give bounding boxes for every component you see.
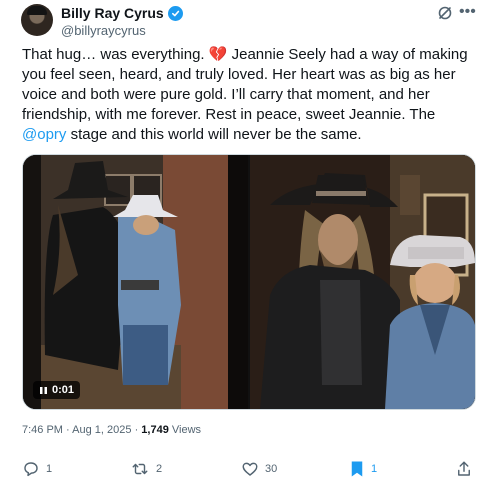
action-bar: 1 2 30 1: [22, 460, 477, 482]
views-count: 1,749: [141, 424, 169, 436]
author-name[interactable]: Billy Ray Cyrus: [61, 5, 164, 21]
video-player[interactable]: 0:01: [23, 155, 248, 409]
repost-button[interactable]: 2: [130, 460, 162, 478]
tweet-text-end: stage and this world will never be the s…: [66, 126, 362, 143]
bookmark-button[interactable]: 1: [349, 460, 377, 478]
pause-icon: [40, 386, 47, 394]
verified-badge-icon: [167, 5, 183, 21]
tweet-text: That hug… was everything. 💔 Jeannie Seel…: [22, 45, 472, 145]
tweet-date[interactable]: Aug 1, 2025: [72, 424, 131, 436]
share-button[interactable]: [456, 460, 472, 478]
like-button[interactable]: 30: [241, 460, 277, 478]
reply-button[interactable]: 1: [22, 460, 52, 478]
author-name-row[interactable]: Billy Ray Cyrus: [61, 5, 183, 21]
bookmark-count: 1: [371, 463, 378, 475]
like-count: 30: [265, 463, 278, 475]
tweet-text-start: That hug… was everything.: [22, 46, 209, 63]
meta-separator-2: ·: [134, 424, 139, 436]
reply-count: 1: [46, 463, 53, 475]
heart-icon: [242, 462, 258, 476]
photo-image[interactable]: [250, 155, 475, 409]
tweet-time[interactable]: 7:46 PM: [22, 424, 63, 436]
more-options-icon[interactable]: •••: [459, 3, 476, 21]
grok-icon[interactable]: [437, 5, 453, 21]
meta-separator: ·: [66, 424, 70, 436]
views-label: Views: [171, 424, 202, 436]
broken-heart-emoji: 💔: [208, 46, 228, 63]
bookmark-icon: [351, 461, 363, 477]
tweet-meta: 7:46 PM · Aug 1, 2025 · 1,749 Views: [22, 424, 201, 436]
video-duration: 0:01: [52, 384, 75, 396]
share-icon: [458, 461, 470, 476]
video-frame-image: [23, 155, 248, 409]
mention-link[interactable]: @opry: [22, 126, 66, 143]
repost-icon: [132, 463, 148, 475]
reply-icon: [24, 462, 38, 477]
media-grid: 0:01: [22, 154, 476, 410]
photo-scene: [250, 155, 475, 409]
avatar[interactable]: [21, 4, 53, 36]
video-duration-badge: 0:01: [33, 381, 81, 399]
repost-count: 2: [156, 463, 163, 475]
author-handle[interactable]: @billyraycyrus: [61, 23, 146, 38]
